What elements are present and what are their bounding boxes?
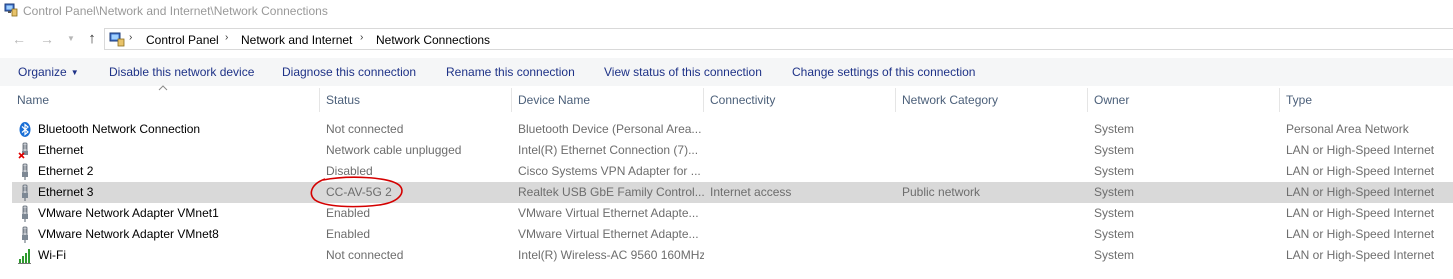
network-connections-icon <box>4 3 18 17</box>
ethernet-icon <box>22 226 28 243</box>
navigation-bar: ← → ▼ ↑ › Control Panel › Network and In… <box>0 26 1453 52</box>
column-header-connectivity[interactable]: Connectivity <box>703 88 895 112</box>
table-row[interactable]: Bluetooth Network Connection Not connect… <box>12 119 1453 140</box>
row-type: Personal Area Network <box>1286 122 1409 136</box>
row-owner: System <box>1094 185 1135 199</box>
row-type: LAN or High-Speed Internet <box>1286 227 1435 241</box>
row-network-category: Public network <box>902 185 981 199</box>
breadcrumb-control-panel[interactable]: Control Panel <box>146 33 219 47</box>
breadcrumb-network-and-internet[interactable]: Network and Internet <box>241 33 352 47</box>
organize-dropdown-icon: ▼ <box>70 68 79 77</box>
row-type: LAN or High-Speed Internet <box>1286 185 1435 199</box>
column-header-status[interactable]: Status <box>319 88 511 112</box>
up-arrow-icon[interactable]: ↑ <box>83 30 101 48</box>
breadcrumb-separator: › <box>225 32 229 43</box>
control-panel-icon <box>109 32 125 47</box>
row-name: Ethernet <box>38 143 84 157</box>
column-header-owner[interactable]: Owner <box>1087 88 1279 112</box>
row-connectivity <box>710 203 896 224</box>
rename-connection-button[interactable]: Rename this connection <box>446 65 575 79</box>
row-name: VMware Network Adapter VMnet1 <box>38 206 219 220</box>
organize-menu[interactable]: Organize ▼ <box>18 65 79 79</box>
row-status: Network cable unplugged <box>326 143 462 157</box>
address-bar[interactable]: › Control Panel › Network and Internet ›… <box>104 28 1453 50</box>
row-name: Wi-Fi <box>38 248 66 262</box>
row-status: Not connected <box>326 248 404 262</box>
row-connectivity: Internet access <box>710 185 792 199</box>
ethernet-icon <box>22 163 28 180</box>
row-name: Ethernet 3 <box>38 185 94 199</box>
row-connectivity <box>710 140 896 161</box>
table-row[interactable]: VMware Network Adapter VMnet8 Enabled VM… <box>12 224 1453 245</box>
column-header-name[interactable]: Name <box>11 88 319 112</box>
ethernet-icon <box>22 184 28 201</box>
window-title: Control Panel\Network and Internet\Netwo… <box>23 4 328 18</box>
ethernet-disconnected-icon <box>18 142 28 159</box>
back-arrow-icon[interactable]: ← <box>10 30 28 48</box>
row-type: LAN or High-Speed Internet <box>1286 164 1435 178</box>
row-owner: System <box>1094 206 1135 220</box>
row-device-name: VMware Virtual Ethernet Adapte... <box>518 227 699 241</box>
column-header-type[interactable]: Type <box>1279 88 1453 112</box>
row-network-category <box>902 140 1088 161</box>
row-network-category <box>902 224 1088 245</box>
command-bar: Organize ▼ Disable this network device Di… <box>0 58 1453 86</box>
row-device-name: Bluetooth Device (Personal Area... <box>518 122 702 136</box>
row-type: LAN or High-Speed Internet <box>1286 248 1435 262</box>
column-header-network-category[interactable]: Network Category <box>895 88 1087 112</box>
row-connectivity <box>710 245 896 266</box>
wifi-signal-icon <box>18 249 31 264</box>
organize-label: Organize <box>18 65 67 79</box>
row-type: LAN or High-Speed Internet <box>1286 143 1435 157</box>
table-row[interactable]: Wi-Fi Not connected Intel(R) Wireless-AC… <box>12 245 1453 266</box>
bluetooth-network-icon <box>19 122 31 137</box>
row-owner: System <box>1094 227 1135 241</box>
ethernet-icon <box>22 205 28 222</box>
diagnose-connection-button[interactable]: Diagnose this connection <box>282 65 416 79</box>
column-header-device-name[interactable]: Device Name <box>511 88 703 112</box>
change-settings-button[interactable]: Change settings of this connection <box>792 65 975 79</box>
view-status-button[interactable]: View status of this connection <box>604 65 762 79</box>
disable-device-button[interactable]: Disable this network device <box>109 65 254 79</box>
annotation-circle <box>310 176 403 208</box>
row-name: VMware Network Adapter VMnet8 <box>38 227 219 241</box>
row-network-category <box>902 161 1088 182</box>
breadcrumb-network-connections[interactable]: Network Connections <box>376 33 490 47</box>
row-device-name: Intel(R) Wireless-AC 9560 160MHz <box>518 248 704 262</box>
recent-locations-chevron-icon[interactable]: ▼ <box>62 30 80 48</box>
row-owner: System <box>1094 164 1135 178</box>
row-connectivity <box>710 119 896 140</box>
row-status: Not connected <box>326 122 404 136</box>
row-network-category <box>902 245 1088 266</box>
row-owner: System <box>1094 143 1135 157</box>
row-device-name: VMware Virtual Ethernet Adapte... <box>518 206 699 220</box>
breadcrumb-separator: › <box>129 32 133 43</box>
title-bar: Control Panel\Network and Internet\Netwo… <box>0 0 1453 22</box>
row-owner: System <box>1094 122 1135 136</box>
row-connectivity <box>710 161 896 182</box>
row-connectivity <box>710 224 896 245</box>
table-row[interactable]: Ethernet Network cable unplugged Intel(R… <box>12 140 1453 161</box>
row-name: Bluetooth Network Connection <box>38 122 201 136</box>
column-header-row: Name Status Device Name Connectivity Net… <box>0 88 1453 112</box>
row-owner: System <box>1094 248 1135 262</box>
row-status: Enabled <box>326 227 371 241</box>
row-device-name: Intel(R) Ethernet Connection (7)... <box>518 143 699 157</box>
row-device-name: Realtek USB GbE Family Control... <box>518 185 704 199</box>
forward-arrow-icon[interactable]: → <box>38 30 56 48</box>
row-name: Ethernet 2 <box>38 164 94 178</box>
breadcrumb-separator: › <box>360 32 364 43</box>
row-network-category <box>902 119 1088 140</box>
row-type: LAN or High-Speed Internet <box>1286 206 1435 220</box>
row-device-name: Cisco Systems VPN Adapter for ... <box>518 164 701 178</box>
table-row[interactable]: Ethernet 2 Disabled Cisco Systems VPN Ad… <box>12 161 1453 182</box>
table-row[interactable]: Ethernet 3 CC-AV-5G 2 Realtek USB GbE Fa… <box>12 182 1453 203</box>
table-row[interactable]: VMware Network Adapter VMnet1 Enabled VM… <box>12 203 1453 224</box>
row-network-category <box>902 203 1088 224</box>
